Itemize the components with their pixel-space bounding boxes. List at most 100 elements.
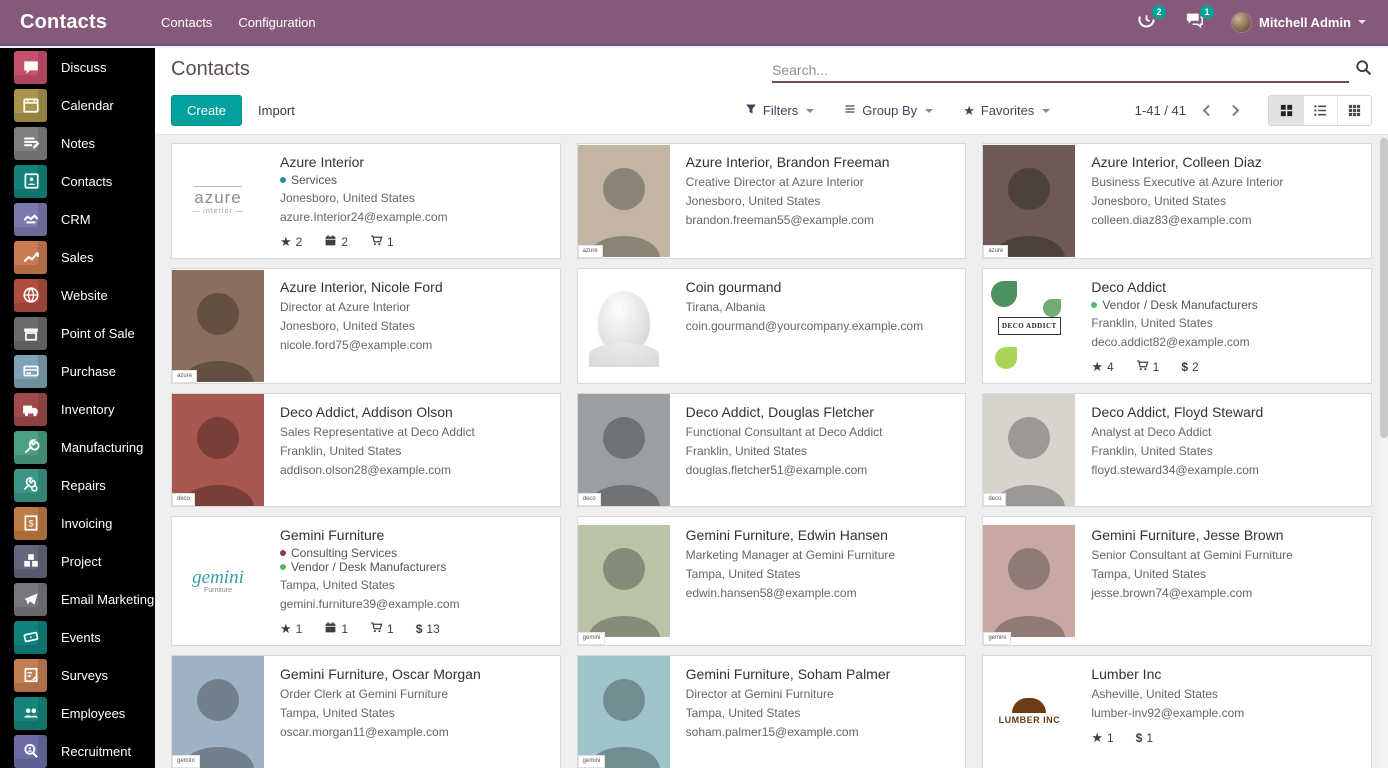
- contact-name[interactable]: Gemini Furniture, Jesse Brown: [1091, 527, 1363, 543]
- contact-email[interactable]: azure.Interior24@example.com: [280, 208, 552, 227]
- contact-email[interactable]: edwin.hansen58@example.com: [686, 584, 958, 603]
- sidebar-item-project[interactable]: Project: [0, 542, 155, 580]
- badge-calendar[interactable]: 2: [324, 234, 348, 250]
- activity-icon[interactable]: 2: [1135, 11, 1157, 33]
- contact-email[interactable]: lumber-inv92@example.com: [1091, 704, 1363, 723]
- contact-name[interactable]: Coin gourmand: [686, 279, 958, 295]
- contact-card-azure-interior-colleen-diaz[interactable]: azure Azure Interior, Colleen Diaz Busin…: [982, 143, 1372, 259]
- contact-name[interactable]: Deco Addict, Douglas Fletcher: [686, 404, 958, 420]
- contact-name[interactable]: Deco Addict: [1091, 279, 1363, 295]
- contact-card-deco-addict-floyd-steward[interactable]: deco Deco Addict, Floyd Steward Analyst …: [982, 393, 1372, 507]
- sidebar-item-purchase[interactable]: Purchase: [0, 352, 155, 390]
- grid-view-button[interactable]: [1337, 96, 1371, 125]
- contact-email[interactable]: jesse.brown74@example.com: [1091, 584, 1363, 603]
- filters-dropdown[interactable]: Filters: [745, 103, 814, 118]
- sidebar-item-website[interactable]: Website: [0, 276, 155, 314]
- badge-star[interactable]: ★1: [1091, 730, 1113, 746]
- contact-email[interactable]: deco.addict82@example.com: [1091, 333, 1363, 352]
- top-menu-item-configuration[interactable]: Configuration: [238, 15, 315, 30]
- contact-name[interactable]: Gemini Furniture, Oscar Morgan: [280, 666, 552, 682]
- contact-card-gemini-furniture-oscar-morgan[interactable]: gemini Gemini Furniture, Oscar Morgan Or…: [171, 655, 561, 768]
- contact-name[interactable]: Gemini Furniture: [280, 527, 552, 543]
- contact-name[interactable]: Azure Interior, Brandon Freeman: [686, 154, 958, 170]
- search-input[interactable]: [772, 62, 1349, 78]
- contact-email[interactable]: floyd.steward34@example.com: [1091, 461, 1363, 480]
- contact-name[interactable]: Gemini Furniture, Soham Palmer: [686, 666, 958, 682]
- pager-next-button[interactable]: [1229, 104, 1242, 117]
- contact-name[interactable]: Deco Addict, Floyd Steward: [1091, 404, 1363, 420]
- top-menu-item-contacts[interactable]: Contacts: [161, 15, 212, 30]
- sidebar-item-inventory[interactable]: Inventory: [0, 390, 155, 428]
- contact-name[interactable]: Azure Interior: [280, 154, 552, 170]
- contact-email[interactable]: coin.gourmand@yourcompany.example.com: [686, 317, 958, 336]
- group-by-dropdown[interactable]: Group By: [844, 103, 933, 118]
- scrollbar[interactable]: [1380, 138, 1388, 768]
- contact-email[interactable]: douglas.fletcher51@example.com: [686, 461, 958, 480]
- sidebar-item-discuss[interactable]: Discuss: [0, 48, 155, 86]
- pager-previous-button[interactable]: [1200, 104, 1213, 117]
- contact-card-lumber-inc[interactable]: LUMBER INC Lumber Inc Asheville, United …: [982, 655, 1372, 768]
- contact-card-deco-addict[interactable]: DECO ADDICT Deco Addict Vendor / Desk Ma…: [982, 268, 1372, 384]
- sidebar-item-calendar[interactable]: Calendar: [0, 86, 155, 124]
- contact-card-deco-addict-douglas-fletcher[interactable]: deco Deco Addict, Douglas Fletcher Funct…: [577, 393, 967, 507]
- sidebar-item-contacts[interactable]: Contacts: [0, 162, 155, 200]
- contact-email[interactable]: addison.olson28@example.com: [280, 461, 552, 480]
- sidebar-item-employees[interactable]: Employees: [0, 694, 155, 732]
- list-view-button[interactable]: [1303, 96, 1337, 125]
- company-logo-overlay-azure: azure: [172, 370, 197, 383]
- badge-star[interactable]: ★4: [1091, 359, 1113, 375]
- badge-cart[interactable]: 1: [370, 621, 394, 637]
- sidebar-item-surveys[interactable]: Surveys: [0, 656, 155, 694]
- contact-email[interactable]: soham.palmer15@example.com: [686, 723, 958, 742]
- contact-name[interactable]: Azure Interior, Colleen Diaz: [1091, 154, 1363, 170]
- badge-star[interactable]: ★2: [280, 234, 302, 250]
- sidebar-item-sales[interactable]: Sales: [0, 238, 155, 276]
- contact-card-azure-interior-brandon-freeman[interactable]: azure Azure Interior, Brandon Freeman Cr…: [577, 143, 967, 259]
- sidebar-item-point-of-sale[interactable]: Point of Sale: [0, 314, 155, 352]
- favorites-dropdown[interactable]: ★ Favorites: [963, 103, 1050, 118]
- cart-icon: [1136, 359, 1149, 375]
- app-brand[interactable]: Contacts: [0, 11, 155, 34]
- import-button[interactable]: Import: [258, 103, 295, 118]
- create-button[interactable]: Create: [171, 95, 242, 126]
- contact-name[interactable]: Gemini Furniture, Edwin Hansen: [686, 527, 958, 543]
- sidebar-item-manufacturing[interactable]: Manufacturing: [0, 428, 155, 466]
- contact-card-gemini-furniture-edwin-hansen[interactable]: gemini Gemini Furniture, Edwin Hansen Ma…: [577, 516, 967, 646]
- sidebar-item-recruitment[interactable]: Recruitment: [0, 732, 155, 768]
- messages-icon[interactable]: 1: [1183, 11, 1205, 33]
- badge-cart[interactable]: 1: [1136, 359, 1160, 375]
- sidebar-item-notes[interactable]: Notes: [0, 124, 155, 162]
- contact-card-deco-addict-addison-olson[interactable]: deco Deco Addict, Addison Olson Sales Re…: [171, 393, 561, 507]
- kanban-view-button[interactable]: [1269, 96, 1303, 125]
- contact-name[interactable]: Deco Addict, Addison Olson: [280, 404, 552, 420]
- contact-name[interactable]: Lumber Inc: [1091, 666, 1363, 682]
- contact-email[interactable]: gemini.furniture39@example.com: [280, 595, 552, 614]
- contact-card-coin-gourmand[interactable]: Coin gourmand Tirana, Albania coin.gourm…: [577, 268, 967, 384]
- sidebar-item-label: Manufacturing: [61, 440, 143, 455]
- badge-dollar[interactable]: $1: [1136, 731, 1153, 745]
- contact-email[interactable]: colleen.diaz83@example.com: [1091, 211, 1363, 230]
- badge-dollar[interactable]: $2: [1181, 360, 1198, 374]
- contact-card-gemini-furniture-soham-palmer[interactable]: gemini Gemini Furniture, Soham Palmer Di…: [577, 655, 967, 768]
- search-icon[interactable]: [1355, 59, 1372, 83]
- sidebar-item-crm[interactable]: CRM: [0, 200, 155, 238]
- contact-email[interactable]: oscar.morgan11@example.com: [280, 723, 552, 742]
- badge-calendar[interactable]: 1: [324, 621, 348, 637]
- contact-card-azure-interior[interactable]: azure— interior — Azure Interior Service…: [171, 143, 561, 259]
- scrollbar-thumb[interactable]: [1380, 138, 1388, 438]
- company-logo-deco: DECO ADDICT: [983, 269, 1075, 383]
- sidebar-item-repairs[interactable]: Repairs: [0, 466, 155, 504]
- contact-email[interactable]: brandon.freeman55@example.com: [686, 211, 958, 230]
- sidebar-item-email-marketing[interactable]: Email Marketing: [0, 580, 155, 618]
- contact-card-gemini-furniture[interactable]: geminiFurniture Gemini Furniture Consult…: [171, 516, 561, 646]
- badge-cart[interactable]: 1: [370, 234, 394, 250]
- sidebar-item-events[interactable]: Events: [0, 618, 155, 656]
- user-menu[interactable]: Mitchell Admin: [1231, 12, 1366, 33]
- sidebar-item-invoicing[interactable]: $Invoicing: [0, 504, 155, 542]
- contact-card-gemini-furniture-jesse-brown[interactable]: gemini Gemini Furniture, Jesse Brown Sen…: [982, 516, 1372, 646]
- contact-card-azure-interior-nicole-ford[interactable]: azure Azure Interior, Nicole Ford Direct…: [171, 268, 561, 384]
- contact-name[interactable]: Azure Interior, Nicole Ford: [280, 279, 552, 295]
- contact-email[interactable]: nicole.ford75@example.com: [280, 336, 552, 355]
- badge-dollar[interactable]: $13: [416, 622, 440, 636]
- badge-star[interactable]: ★1: [280, 621, 302, 637]
